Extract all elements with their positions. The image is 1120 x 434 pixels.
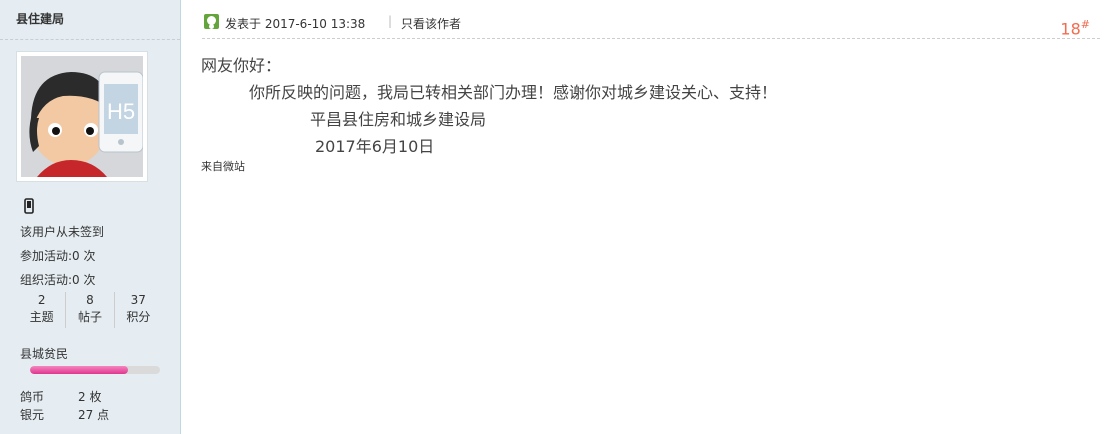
floor-number[interactable]: 18# bbox=[1060, 18, 1090, 38]
counter-posts[interactable]: 8 帖子 bbox=[66, 292, 115, 328]
floor-number-value[interactable]: 18 bbox=[1060, 19, 1080, 38]
avatar[interactable]: H5 bbox=[16, 51, 148, 182]
content-line: 平昌县住房和城乡建设局 bbox=[310, 110, 487, 129]
currency-name: 银元 bbox=[20, 408, 45, 422]
currency-name: 鸽币 bbox=[20, 390, 45, 404]
activities-joined: 参加活动:0 次 bbox=[20, 249, 96, 263]
counter-points-value[interactable]: 37 bbox=[115, 292, 162, 309]
content-line: 你所反映的问题，我局已转相关部门办理！感谢你对城乡建设关心、支持！ bbox=[249, 83, 778, 102]
author-name[interactable]: 县住建局 bbox=[0, 0, 180, 40]
currency-row: 银元 27 点 bbox=[20, 406, 109, 423]
level-progress-bar bbox=[30, 366, 160, 374]
currency-value: 27 点 bbox=[78, 408, 110, 422]
post-source[interactable]: 来自微站 bbox=[201, 158, 245, 174]
counter-topics[interactable]: 2 主题 bbox=[18, 292, 67, 328]
floor-hash[interactable]: # bbox=[1081, 18, 1090, 31]
currency-row: 鸽币 2 枚 bbox=[20, 388, 101, 405]
counter-points-label[interactable]: 积分 bbox=[115, 309, 162, 326]
author-only-link[interactable]: 只看该作者 bbox=[401, 15, 461, 32]
user-group[interactable]: 县城贫民 bbox=[20, 345, 68, 362]
counter-posts-label[interactable]: 帖子 bbox=[66, 309, 113, 326]
author-sidebar: 县住建局 H5 该用户从未签到 参加活动:0 次 组织活动:0 次 2 主题 8… bbox=[0, 0, 181, 434]
counter-topics-value[interactable]: 2 bbox=[18, 292, 65, 309]
checkin-status: 该用户从未签到 bbox=[20, 225, 105, 239]
counter-posts-value[interactable]: 8 bbox=[66, 292, 113, 309]
post-header: 发表于 2017-6-10 13:38 | 只看该作者 18# bbox=[202, 10, 1100, 39]
mobile-phone-icon bbox=[24, 198, 34, 218]
content-line: 网友你好： bbox=[201, 56, 282, 75]
counter-points[interactable]: 37 积分 bbox=[115, 292, 162, 328]
user-counters: 2 主题 8 帖子 37 积分 bbox=[18, 292, 162, 328]
avatar-image: H5 bbox=[21, 56, 143, 177]
post-content: 网友你好： 你所反映的问题，我局已转相关部门办理！感谢你对城乡建设关心、支持！ … bbox=[201, 52, 777, 160]
activities-organized: 组织活动:0 次 bbox=[20, 273, 96, 287]
avatar-badge-text: H5 bbox=[107, 99, 136, 124]
content-line: 2017年6月10日 bbox=[315, 137, 435, 156]
post-body: 发表于 2017-6-10 13:38 | 只看该作者 18# 网友你好： 你所… bbox=[182, 0, 1120, 434]
online-user-icon bbox=[204, 14, 219, 29]
counter-topics-label[interactable]: 主题 bbox=[18, 309, 65, 326]
currency-value: 2 枚 bbox=[78, 390, 102, 404]
post-timestamp: 发表于 2017-6-10 13:38 bbox=[225, 17, 366, 31]
level-progress-fill bbox=[30, 366, 128, 374]
header-separator: | bbox=[388, 14, 393, 28]
